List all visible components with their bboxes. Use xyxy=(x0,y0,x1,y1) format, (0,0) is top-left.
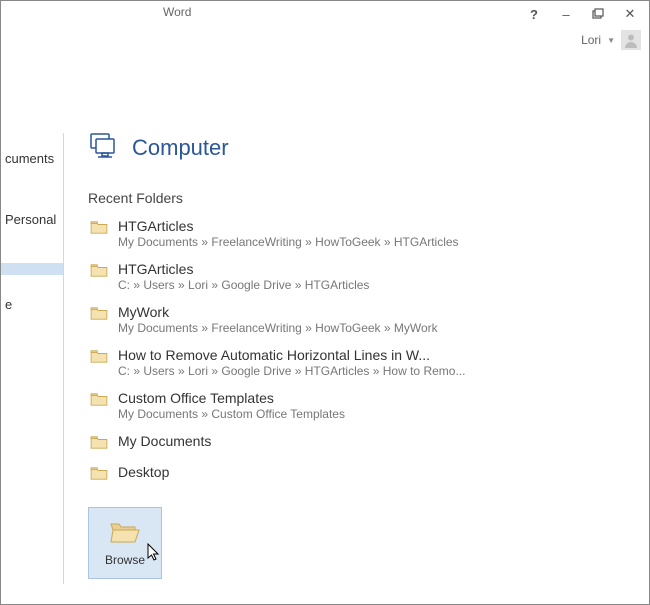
panel-heading: Computer xyxy=(88,131,627,164)
cursor-icon xyxy=(147,543,163,566)
folder-path: C: » Users » Lori » Google Drive » HTGAr… xyxy=(118,278,625,292)
recent-folders-list: HTGArticlesMy Documents » FreelanceWriti… xyxy=(88,216,627,485)
recent-folders-title: Recent Folders xyxy=(88,190,627,206)
left-nav: cuments Personal e xyxy=(1,53,63,604)
minimize-icon[interactable]: – xyxy=(559,7,573,21)
folder-item[interactable]: MyWorkMy Documents » FreelanceWriting » … xyxy=(88,302,627,337)
folder-name: My Documents xyxy=(118,433,625,449)
folder-open-icon xyxy=(109,520,141,547)
folder-name: HTGArticles xyxy=(118,218,625,234)
folder-item[interactable]: HTGArticlesC: » Users » Lori » Google Dr… xyxy=(88,259,627,294)
folder-name: How to Remove Automatic Horizontal Lines… xyxy=(118,347,625,363)
chevron-down-icon[interactable]: ▼ xyxy=(607,36,615,45)
content-area: cuments Personal e Computer Recent Folde… xyxy=(1,53,649,604)
folder-icon xyxy=(90,464,108,483)
folder-icon xyxy=(90,261,108,280)
folder-item[interactable]: Desktop xyxy=(88,462,627,485)
sidebar-item-documents[interactable]: cuments xyxy=(1,145,63,172)
folder-icon xyxy=(90,218,108,237)
restore-icon[interactable] xyxy=(591,7,605,21)
folder-name: HTGArticles xyxy=(118,261,625,277)
folder-name: MyWork xyxy=(118,304,625,320)
titlebar: Word ? – ✕ xyxy=(1,1,649,27)
folder-path: My Documents » Custom Office Templates xyxy=(118,407,625,421)
folder-path: My Documents » FreelanceWriting » HowToG… xyxy=(118,321,625,335)
folder-icon xyxy=(90,433,108,452)
folder-icon xyxy=(90,347,108,366)
user-row: Lori ▼ xyxy=(1,27,649,53)
avatar[interactable] xyxy=(621,30,641,50)
user-name[interactable]: Lori xyxy=(581,33,601,47)
panel-title: Computer xyxy=(132,135,229,161)
folder-icon xyxy=(90,304,108,323)
folder-name: Custom Office Templates xyxy=(118,390,625,406)
folder-path: My Documents » FreelanceWriting » HowToG… xyxy=(118,235,625,249)
folder-item[interactable]: Custom Office TemplatesMy Documents » Cu… xyxy=(88,388,627,423)
main-panel: Computer Recent Folders HTGArticlesMy Do… xyxy=(64,53,649,604)
browse-label: Browse xyxy=(105,553,145,567)
folder-item[interactable]: HTGArticlesMy Documents » FreelanceWriti… xyxy=(88,216,627,251)
app-title: Word xyxy=(163,5,191,19)
folder-item[interactable]: How to Remove Automatic Horizontal Lines… xyxy=(88,345,627,380)
sidebar-item-selected[interactable] xyxy=(1,263,63,275)
close-icon[interactable]: ✕ xyxy=(623,7,637,21)
computer-icon xyxy=(88,131,118,164)
help-icon[interactable]: ? xyxy=(527,7,541,21)
folder-path: C: » Users » Lori » Google Drive » HTGAr… xyxy=(118,364,625,378)
folder-item[interactable]: My Documents xyxy=(88,431,627,454)
folder-name: Desktop xyxy=(118,464,625,480)
folder-icon xyxy=(90,390,108,409)
sidebar-item-personal[interactable]: Personal xyxy=(1,206,63,233)
window-controls: ? – ✕ xyxy=(527,7,643,21)
browse-button[interactable]: Browse xyxy=(88,507,162,579)
sidebar-item-other[interactable]: e xyxy=(1,291,63,318)
